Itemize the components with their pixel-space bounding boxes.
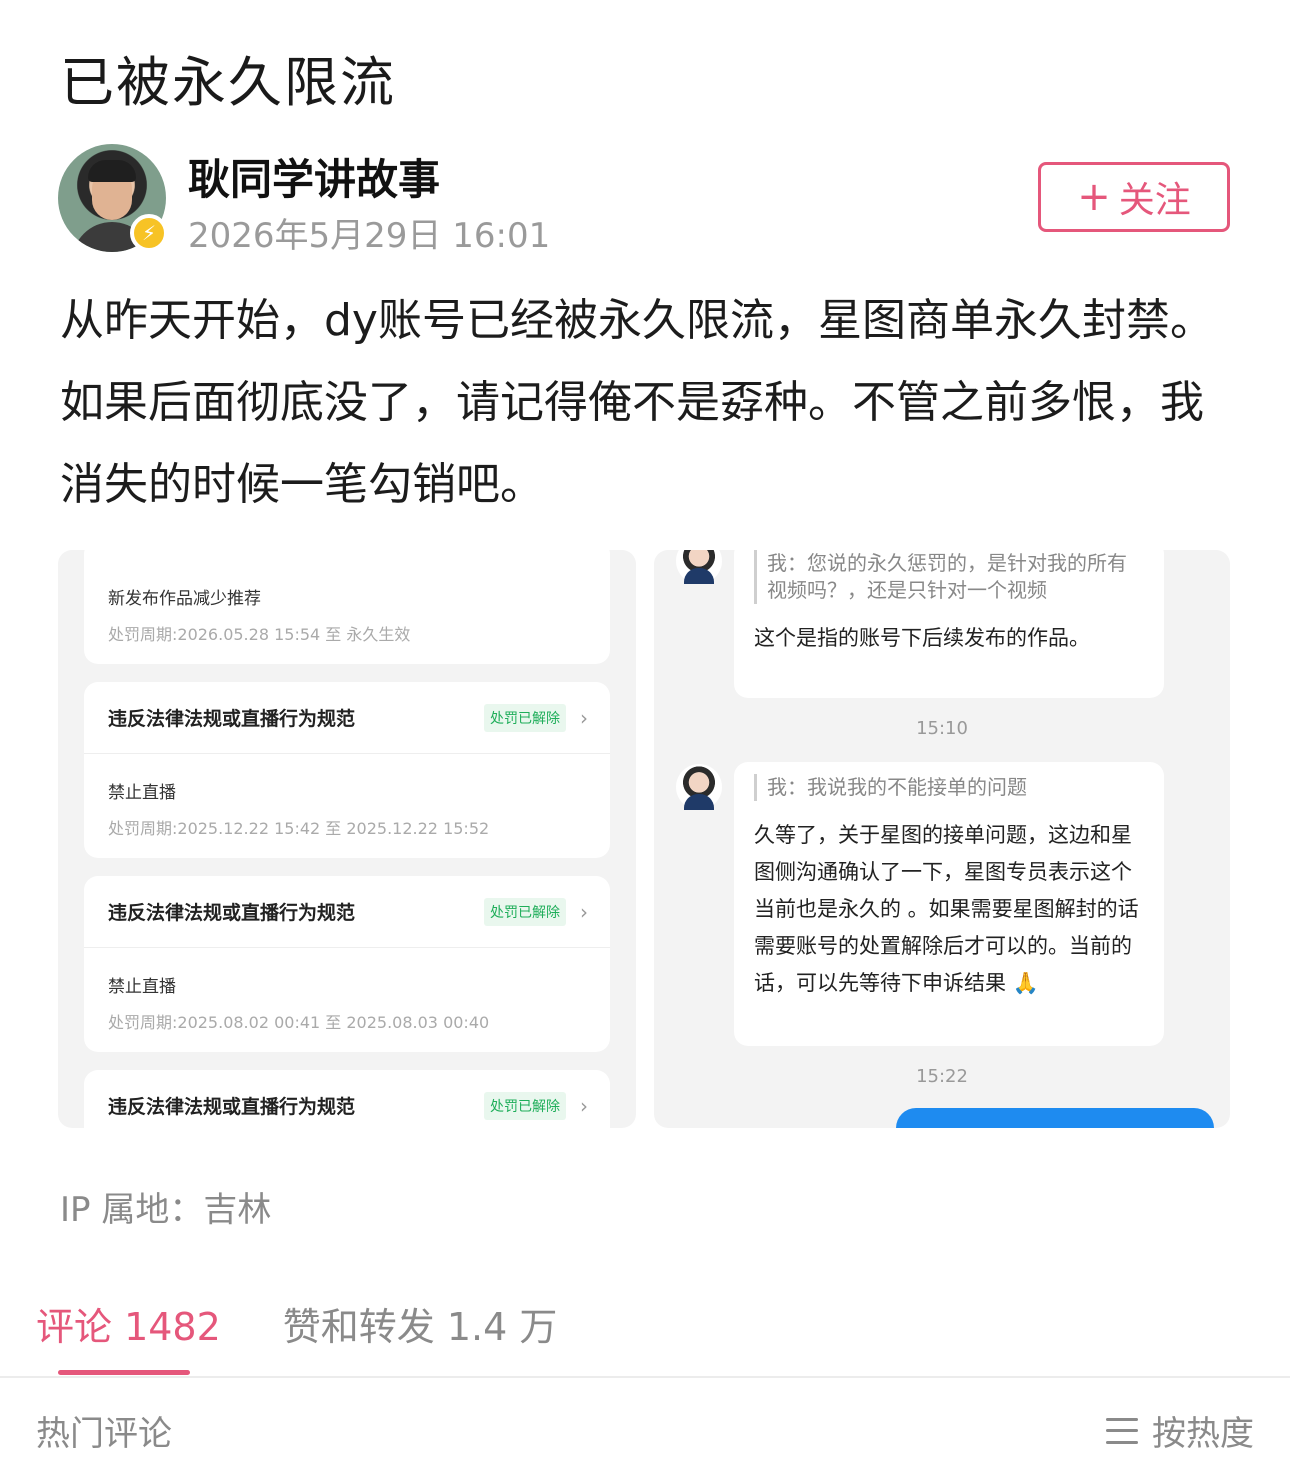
follow-label: 关注 [1118,180,1191,221]
post-image-penalty-list[interactable]: 新发布作品减少推荐 处罚周期:2026.05.28 15:54 至 永久生效 违… [58,550,636,1128]
post-body: 从昨天开始，dy账号已经被永久限流，星图商单永久封禁。如果后面彻底没了，请记得俺… [60,295,1214,510]
timestamp: 15:22 [916,1066,968,1087]
hot-comments-label: 热门评论 [36,1414,172,1454]
ip-location: IP 属地：吉林 [60,1190,272,1230]
penalty-period: 处罚周期:2025.08.02 00:41 至 2025.08.03 00:40 [108,1013,490,1032]
divider [0,1376,1290,1378]
quoted-message: 我：我说我的不能接单的问题 [754,774,1144,801]
penalty-period: 处罚周期:2026.05.28 15:54 至 永久生效 [108,625,411,644]
chat-bubble: 我：我说我的不能接单的问题 久等了，关于星图的接单问题，这边和星图侧沟通确认了一… [734,762,1164,1046]
sort-label: 按热度 [1152,1414,1254,1454]
reply-message: 久等了，关于星图的接单问题，这边和星图侧沟通确认了一下，星图专员表示这个当前也是… [754,823,1139,995]
agent-avatar [676,550,722,584]
chat-bubble: 我：您说的永久惩罚的，是针对我的所有视频吗？，还是只针对一个视频 这个是指的账号… [734,550,1164,698]
penalty-type: 禁止直播 [108,977,176,997]
post-tabs: 评论 1482 赞和转发 1.4 万 [36,1296,557,1351]
tab-likes-reposts[interactable]: 赞和转发 1.4 万 [283,1296,558,1351]
author-name[interactable]: 耿同学讲故事 [188,146,440,207]
agent-avatar [676,764,722,810]
post-time: 2026年5月29日 16:01 [188,216,551,256]
chevron-right-icon: › [580,1093,588,1118]
tab-comments[interactable]: 评论 1482 [36,1296,221,1351]
penalty-period: 处罚周期:2025.12.22 15:42 至 2025.12.22 15:52 [108,819,490,838]
post-title: 已被永久限流 [60,51,396,114]
penalty-card[interactable]: 违反法律法规或直播行为规范 处罚已解除 › 禁止直播 处罚周期:2025.12.… [84,682,610,858]
post-image-chat[interactable]: 我：您说的永久惩罚的，是针对我的所有视频吗？，还是只针对一个视频 这个是指的账号… [654,550,1230,1128]
my-message-bubble [896,1108,1214,1128]
status-badge: 处罚已解除 [484,703,566,732]
penalty-type: 禁止直播 [108,783,176,803]
status-badge: 处罚已解除 [484,1091,566,1120]
follow-button[interactable]: + 关注 [1038,162,1230,232]
penalty-title: 违反法律法规或直播行为规范 [108,1096,356,1118]
reply-message: 这个是指的账号下后续发布的作品。 [754,626,1090,650]
chevron-right-icon: › [580,899,588,924]
penalty-title: 违反法律法规或直播行为规范 [108,902,356,924]
sort-button[interactable]: 按热度 [1106,1406,1254,1455]
quoted-message: 我：您说的永久惩罚的，是针对我的所有视频吗？，还是只针对一个视频 [754,550,1144,604]
chevron-right-icon: › [580,705,588,730]
penalty-type: 新发布作品减少推荐 [108,589,261,609]
penalty-card: 新发布作品减少推荐 处罚周期:2026.05.28 15:54 至 永久生效 [84,550,610,664]
timestamp: 15:10 [916,718,968,739]
penalty-title: 违反法律法规或直播行为规范 [108,708,356,730]
status-badge: 处罚已解除 [484,897,566,926]
penalty-card[interactable]: 违反法律法规或直播行为规范 处罚已解除 › [84,1070,610,1128]
verified-badge-icon: ⚡ [130,214,168,252]
sort-menu-icon [1106,1417,1138,1444]
active-tab-indicator [58,1370,190,1375]
penalty-card[interactable]: 违反法律法规或直播行为规范 处罚已解除 › 禁止直播 处罚周期:2025.08.… [84,876,610,1052]
plus-icon: + [1077,174,1111,220]
